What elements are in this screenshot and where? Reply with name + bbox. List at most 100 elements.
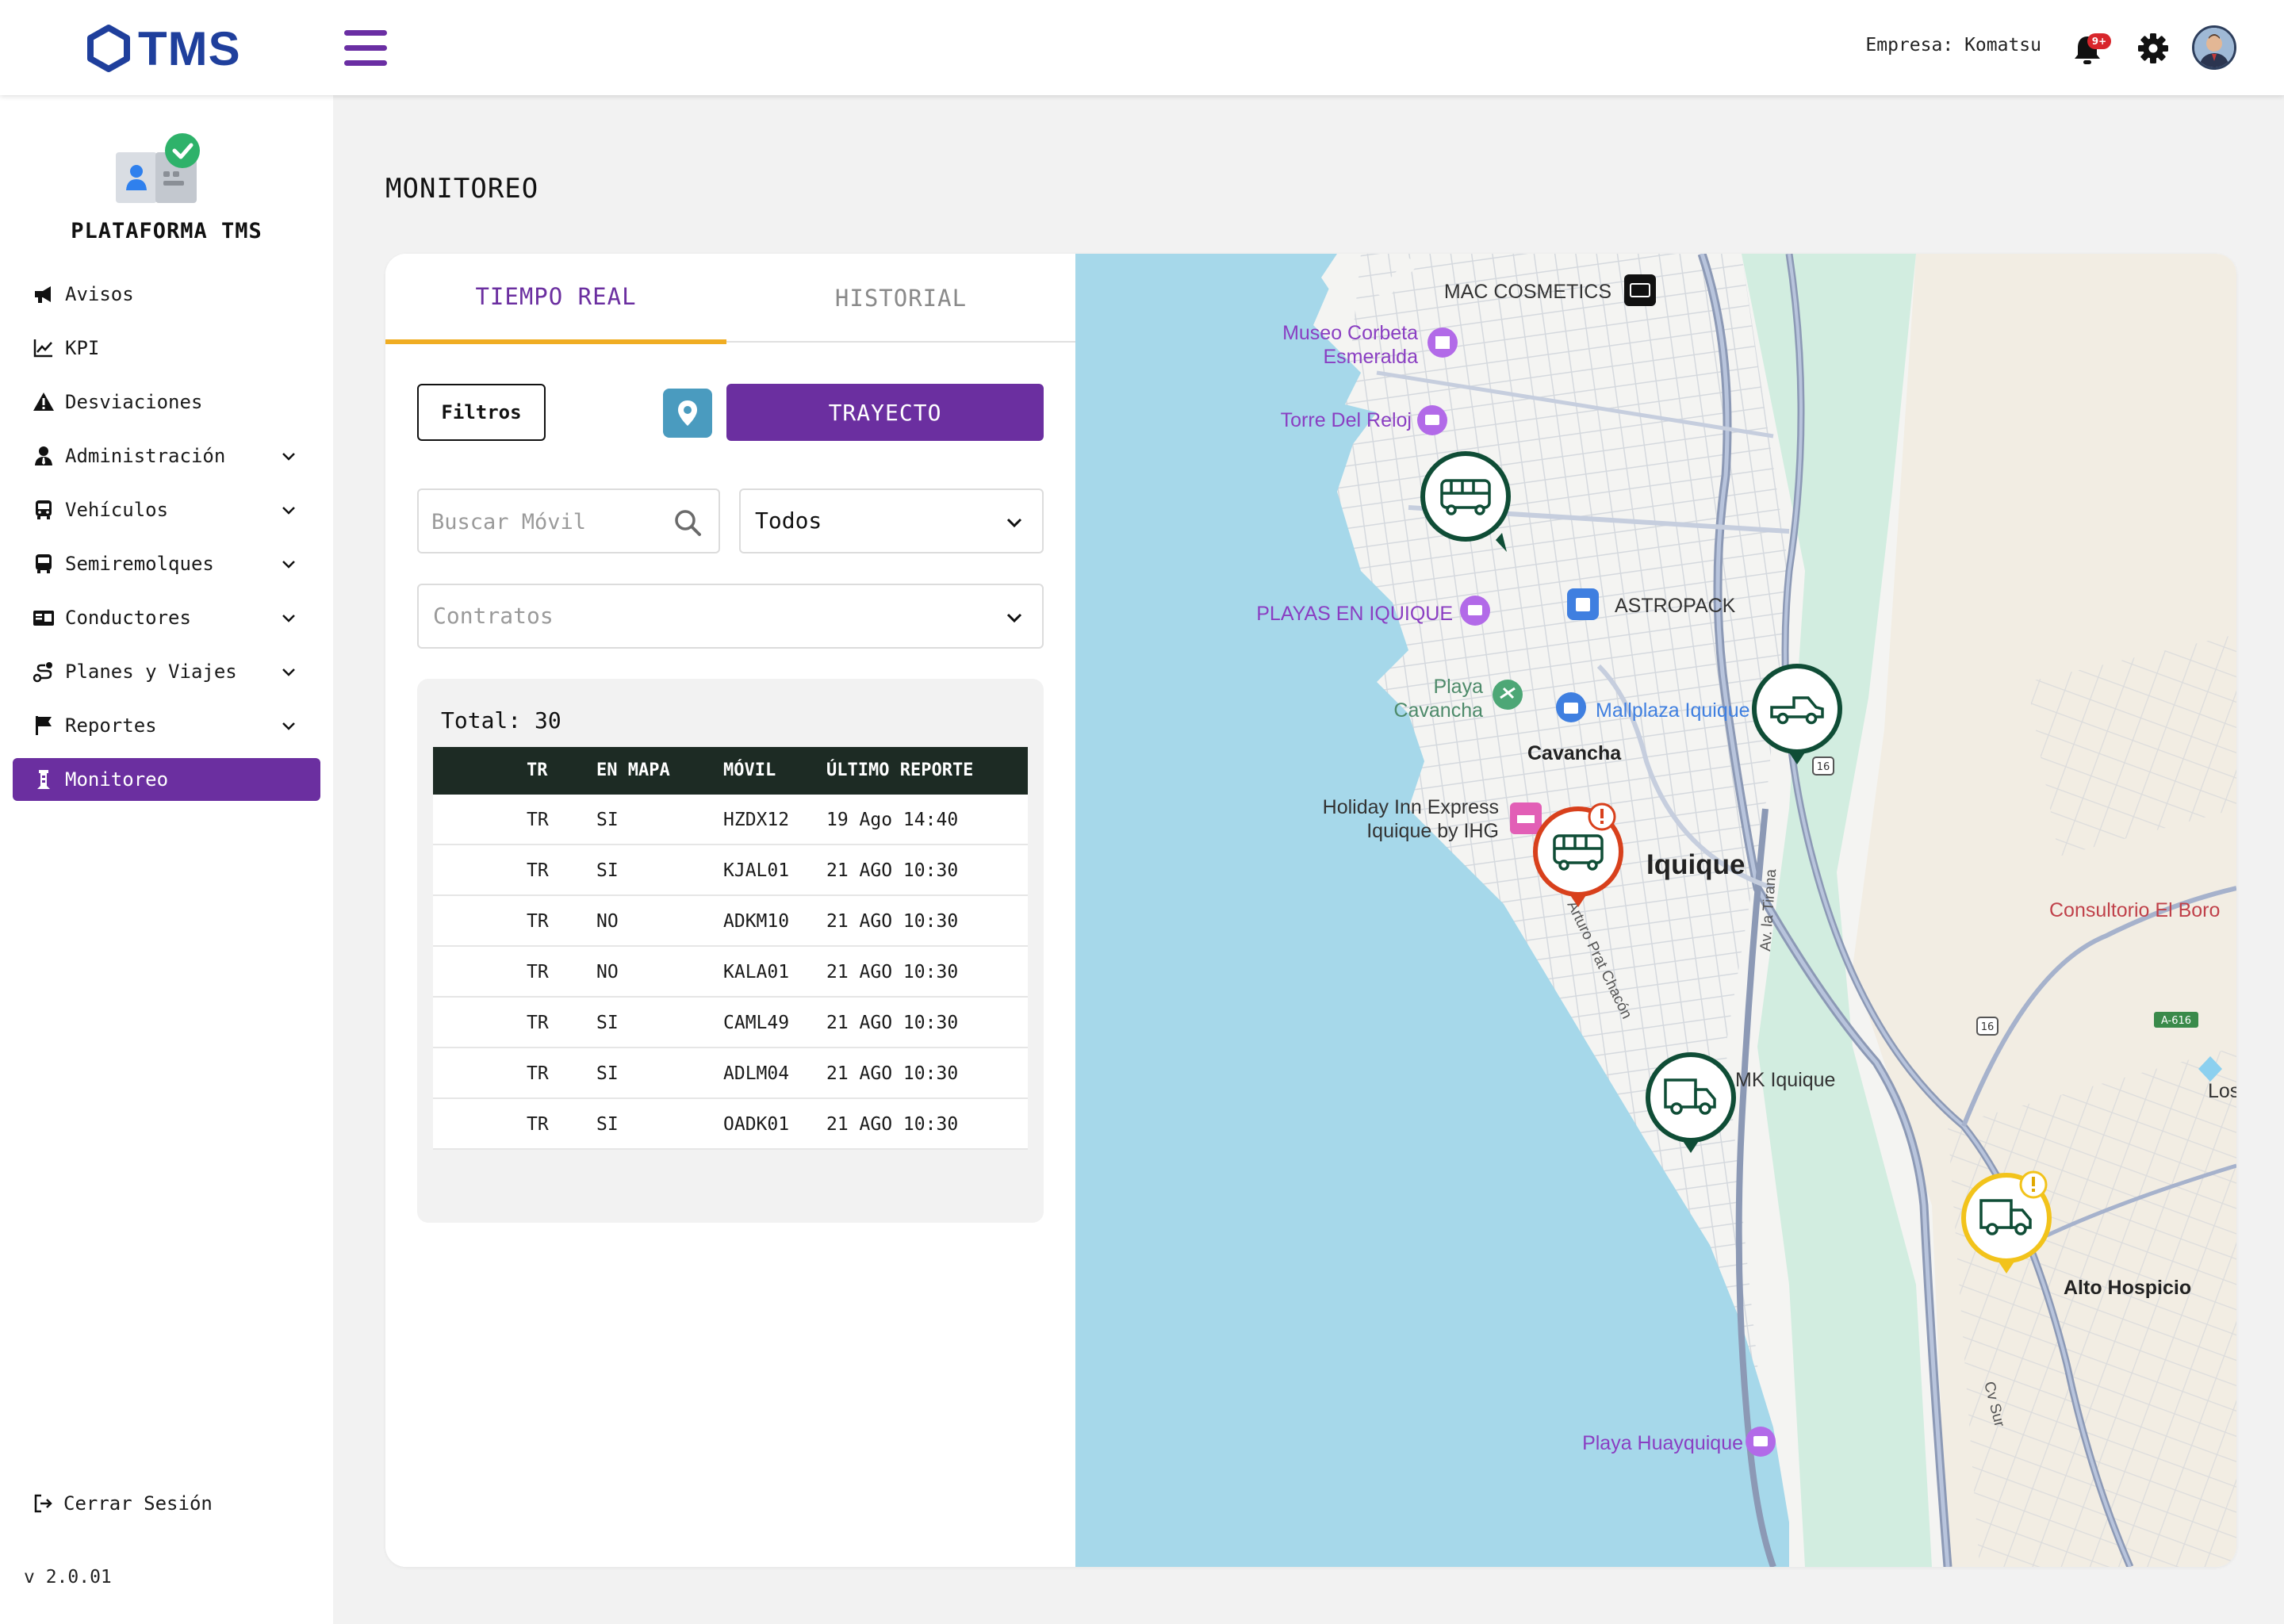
table-row[interactable]: TR SI CAML49 21 AGO 10:30: [433, 998, 1028, 1048]
sidebar-item-label: Avisos: [65, 283, 134, 305]
contracts-select[interactable]: Contratos: [417, 584, 1044, 649]
user-tie-icon: [35, 446, 52, 465]
sidebar-item-label: Vehículos: [65, 499, 169, 521]
sidebar-item-desviaciones[interactable]: Desviaciones: [13, 381, 320, 423]
bus-icon: [36, 500, 52, 519]
map-label-playas: PLAYAS EN IQUIQUE: [1256, 603, 1453, 625]
table-row[interactable]: TR SI OADK01 21 AGO 10:30: [433, 1099, 1028, 1150]
table-row[interactable]: TR NO ADKM10 21 AGO 10:30: [433, 896, 1028, 947]
cell-movil: CAML49: [723, 1013, 790, 1033]
status-select[interactable]: Todos: [739, 488, 1044, 553]
sidebar-item-label: Semiremolques: [65, 553, 214, 575]
column-header-en-mapa[interactable]: EN MAPA: [596, 747, 670, 795]
map-label-mac: MAC COSMETICS: [1444, 281, 1611, 303]
map-pin-button[interactable]: [663, 389, 712, 438]
map-label-holiday: Iquique by IHG: [1366, 820, 1499, 842]
notification-badge: 9+: [2087, 33, 2111, 49]
map-label-cavancha: Cavancha: [1527, 742, 1622, 764]
column-header-ultimo-reporte[interactable]: ÚLTIMO REPORTE: [826, 747, 973, 795]
user-avatar[interactable]: [2192, 25, 2236, 70]
id-card-icon: [33, 611, 54, 626]
app-logo[interactable]: TMS: [86, 21, 241, 75]
table-row[interactable]: TR NO KALA01 21 AGO 10:30: [433, 947, 1028, 998]
map-view[interactable]: 16 16 A-616 MAC COSMETICS Museo Corbeta …: [1075, 254, 2236, 1567]
logout-button[interactable]: Cerrar Sesión: [32, 1492, 213, 1515]
sidebar-item-label: Planes y Viajes: [65, 661, 237, 683]
cell-ultimo-reporte: 21 AGO 10:30: [826, 1013, 959, 1033]
company-label: Empresa:: [1865, 35, 1954, 56]
search-icon[interactable]: [673, 508, 703, 538]
sidebar-item-kpi[interactable]: KPI: [13, 327, 320, 370]
sidebar-item-label: Administración: [65, 445, 226, 467]
column-header-movil[interactable]: MÓVIL: [723, 747, 776, 795]
vehicle-table-card: Total: 30 TR EN MAPA MÓVIL ÚLTIMO REPORT…: [417, 679, 1044, 1223]
monitoring-panel: TIEMPO REAL HISTORIAL Filtros TRAYECTO T…: [385, 254, 2236, 1567]
tab-tiempo-real[interactable]: TIEMPO REAL: [385, 254, 726, 344]
table-row[interactable]: TR SI KJAL01 21 AGO 10:30: [433, 845, 1028, 896]
map-label-alto-hospicio: Alto Hospicio: [2064, 1277, 2191, 1299]
table-row[interactable]: TR SI ADLM04 21 AGO 10:30: [433, 1048, 1028, 1099]
cell-movil: ADKM10: [723, 911, 790, 932]
sidebar-item-label: KPI: [65, 337, 100, 359]
sidebar-item-vehiculos[interactable]: Vehículos: [13, 488, 320, 531]
cell-movil: KJAL01: [723, 860, 790, 881]
tab-historial[interactable]: HISTORIAL: [730, 254, 1071, 343]
gear-icon[interactable]: [2136, 32, 2170, 65]
map-label-holiday: Holiday Inn Express: [1323, 796, 1499, 818]
map-label-mallplaza: Mallplaza Iquique: [1596, 699, 1750, 722]
sidebar-item-monitoreo[interactable]: Monitoreo: [13, 758, 320, 801]
route-button[interactable]: TRAYECTO: [726, 384, 1044, 441]
cell-tr: TR: [527, 1114, 549, 1135]
sidebar-item-reportes[interactable]: Reportes: [13, 704, 320, 747]
company-name: Komatsu: [1964, 35, 2041, 56]
sidebar-item-administracion[interactable]: Administración: [13, 435, 320, 477]
tab-bar: TIEMPO REAL HISTORIAL: [385, 254, 1075, 344]
cell-ultimo-reporte: 21 AGO 10:30: [826, 860, 959, 881]
cell-tr: TR: [527, 860, 549, 881]
chart-line-icon: [33, 339, 52, 358]
tower-icon: [37, 770, 50, 789]
cell-en-mapa: SI: [596, 1013, 619, 1033]
table-row[interactable]: TR SI HZDX12 19 Ago 14:40: [433, 795, 1028, 845]
warning-icon: [33, 393, 54, 411]
chevron-down-icon: [1006, 613, 1022, 623]
cell-tr: TR: [527, 810, 549, 830]
map-label-consultorio: Consultorio El Boro: [2049, 899, 2220, 921]
cell-movil: HZDX12: [723, 810, 790, 830]
sidebar-item-avisos[interactable]: Avisos: [13, 273, 320, 316]
cell-tr: TR: [527, 962, 549, 982]
map-label-los: Los: [2208, 1080, 2236, 1102]
map-canvas[interactable]: 16 16 A-616 MAC COSMETICS Museo Corbeta …: [1075, 254, 2236, 1567]
total-count: Total: 30: [441, 707, 561, 733]
sidebar: PLATAFORMA TMS Avisos KPI Desviaciones A…: [0, 95, 333, 1624]
map-label-playa: Playa: [1433, 676, 1483, 698]
cell-en-mapa: SI: [596, 810, 619, 830]
logo-text: TMS: [138, 21, 241, 75]
store-icon[interactable]: [1624, 274, 1656, 306]
status-select-value: Todos: [755, 508, 822, 534]
cell-ultimo-reporte: 21 AGO 10:30: [826, 911, 959, 932]
sidebar-item-semiremolques[interactable]: Semiremolques: [13, 542, 320, 585]
cell-tr: TR: [527, 1013, 549, 1033]
megaphone-icon: [35, 286, 51, 303]
app-version: v 2.0.01: [24, 1567, 112, 1588]
cell-movil: ADLM04: [723, 1063, 790, 1084]
map-label-museo: Esmeralda: [1324, 346, 1419, 368]
beach-icon[interactable]: [1493, 680, 1523, 710]
sidebar-item-planes-viajes[interactable]: Planes y Viajes: [13, 650, 320, 693]
chevron-down-icon: [282, 668, 295, 676]
search-input[interactable]: [431, 504, 669, 539]
filters-button[interactable]: Filtros: [417, 384, 546, 441]
menu-toggle-button[interactable]: [344, 30, 387, 67]
map-label-astropack: ASTROPACK: [1615, 595, 1736, 617]
page-title: MONITOREO: [385, 173, 539, 205]
sidebar-item-label: Reportes: [65, 714, 157, 737]
map-label-iquique: Iquique: [1646, 849, 1745, 880]
cell-movil: OADK01: [723, 1114, 790, 1135]
sidebar-item-label: Conductores: [65, 607, 191, 629]
cell-ultimo-reporte: 21 AGO 10:30: [826, 1063, 959, 1084]
column-header-tr[interactable]: TR: [527, 747, 548, 795]
sidebar-item-conductores[interactable]: Conductores: [13, 596, 320, 639]
map-label-huayquique: Playa Huayquique: [1582, 1432, 1743, 1454]
total-value: 30: [535, 707, 561, 733]
